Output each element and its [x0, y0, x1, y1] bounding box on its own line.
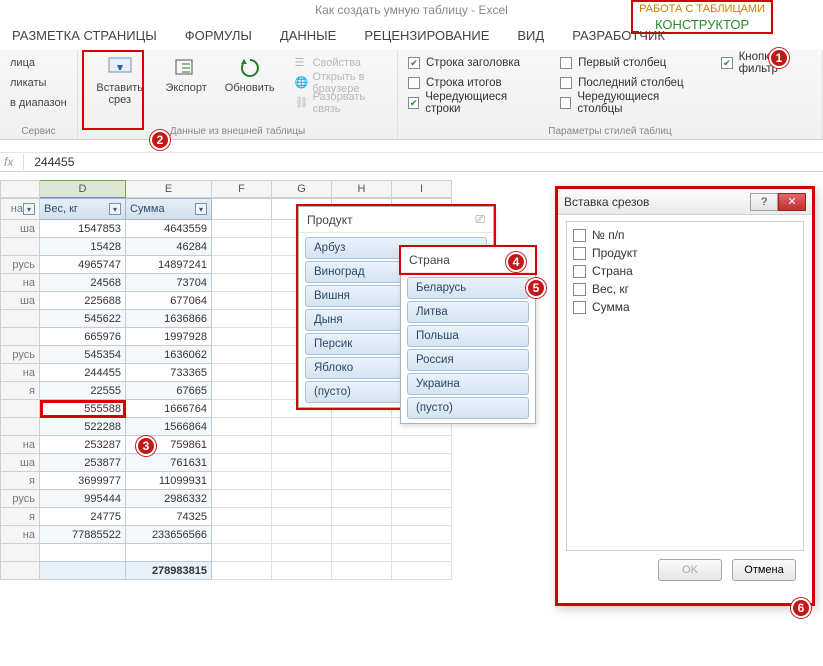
dialog-field-item[interactable]: Сумма — [573, 300, 797, 314]
browser-icon: 🌐 — [295, 76, 309, 90]
properties-button: ☰Свойства — [295, 54, 387, 72]
checkbox-icon[interactable] — [573, 301, 586, 314]
dialog-field-item[interactable]: Вес, кг — [573, 282, 797, 296]
slicer-country-title: Страна — [409, 253, 450, 267]
tab-page-layout[interactable]: РАЗМЕТКА СТРАНИЦЫ — [12, 28, 157, 48]
export-label: Экспорт — [165, 82, 206, 94]
tab-review[interactable]: РЕЦЕНЗИРОВАНИЕ — [364, 28, 489, 48]
marker-6: 6 — [791, 598, 811, 618]
col-F[interactable]: F — [212, 180, 272, 198]
group-tools-label: Сервис — [10, 124, 67, 137]
table-row[interactable]: я369997711099931 — [0, 472, 540, 490]
checkbox-icon[interactable] — [573, 265, 586, 278]
col-D[interactable]: D — [40, 180, 126, 198]
dialog-cancel-button[interactable]: Отмена — [732, 559, 796, 581]
filter-dropdown-icon[interactable]: ▾ — [195, 203, 207, 215]
chk-first-col[interactable]: Первый столбец — [560, 54, 697, 72]
tools-item-2[interactable]: ликаты — [10, 74, 46, 92]
marker-1: 1 — [769, 48, 789, 68]
marker-3: 3 — [136, 436, 156, 456]
table-row[interactable]: русь9954442986332 — [0, 490, 540, 508]
export-icon — [172, 56, 200, 80]
marker-4: 4 — [506, 252, 526, 272]
ribbon-tabs: РАЗМЕТКА СТРАНИЦЫ ФОРМУЛЫ ДАННЫЕ РЕЦЕНЗИ… — [0, 28, 823, 48]
tab-view[interactable]: ВИД — [517, 28, 544, 48]
tab-developer[interactable]: РАЗРАБОТЧИК — [572, 28, 665, 48]
unlink-button: ⛓Разорвать связь — [295, 94, 387, 112]
dialog-close-button[interactable]: ✕ — [778, 193, 806, 211]
col-E[interactable]: E — [126, 180, 212, 198]
unlink-icon: ⛓ — [295, 96, 309, 110]
table-row[interactable]: на77885522233656566 — [0, 526, 540, 544]
tools-item-3[interactable]: в диапазон — [10, 94, 67, 112]
col-I[interactable]: I — [392, 180, 452, 198]
checkbox-icon[interactable] — [573, 247, 586, 260]
refresh-label: Обновить — [225, 82, 275, 94]
properties-icon: ☰ — [295, 56, 309, 70]
col-H[interactable]: H — [332, 180, 392, 198]
chk-filter-btn[interactable]: ✔Кнопка фильтр — [721, 54, 812, 72]
clear-filter-icon[interactable]: ⎚ — [475, 212, 485, 227]
refresh-icon — [236, 56, 264, 80]
tools-item-1[interactable]: лица — [10, 54, 35, 72]
filter-dropdown-icon[interactable]: ▾ — [23, 203, 35, 215]
chk-banded-rows[interactable]: ✔Чередующиеся строки — [408, 94, 536, 112]
checkbox-icon[interactable] — [573, 283, 586, 296]
dialog-field-item[interactable]: № п/п — [573, 228, 797, 242]
chk-header-row[interactable]: ✔Строка заголовка — [408, 54, 536, 72]
fx-icon[interactable]: fx — [4, 155, 13, 169]
refresh-button[interactable]: Обновить — [221, 54, 279, 96]
checkbox-icon[interactable] — [573, 229, 586, 242]
slicer-item[interactable]: Россия — [407, 349, 529, 371]
filter-dropdown-icon[interactable]: ▾ — [109, 203, 121, 215]
dialog-field-item[interactable]: Страна — [573, 264, 797, 278]
group-styleopts-label: Параметры стилей таблиц — [408, 124, 812, 137]
table-row[interactable]: ша253877761631 — [0, 454, 540, 472]
highlight-insert-slicer — [82, 50, 144, 130]
tab-formulas[interactable]: ФОРМУЛЫ — [185, 28, 252, 48]
table-row[interactable]: на253287759861 — [0, 436, 540, 454]
total-row[interactable]: 278983815 — [0, 562, 540, 580]
marker-2: 2 — [150, 130, 170, 150]
slicer-item[interactable]: Литва — [407, 301, 529, 323]
tab-data[interactable]: ДАННЫЕ — [280, 28, 336, 48]
marker-5: 5 — [526, 278, 546, 298]
column-headers: D E F G H I — [0, 180, 540, 198]
formula-bar: fx 244455 — [0, 152, 823, 172]
dialog-field-list[interactable]: № п/п Продукт Страна Вес, кг Сумма — [566, 221, 804, 551]
slicer-item[interactable]: (пусто) — [407, 397, 529, 419]
dialog-title: Вставка срезов — [564, 195, 649, 209]
chk-banded-cols[interactable]: Чередующиеся столбцы — [560, 94, 697, 112]
dialog-field-item[interactable]: Продукт — [573, 246, 797, 260]
insert-slicers-dialog[interactable]: Вставка срезов ? ✕ № п/п Продукт Страна Вес… — [555, 186, 815, 606]
dialog-ok-button[interactable]: OK — [658, 559, 722, 581]
slicer-item[interactable]: Польша — [407, 325, 529, 347]
col-G[interactable]: G — [272, 180, 332, 198]
slicer-product-title: Продукт — [307, 213, 353, 227]
export-button[interactable]: Экспорт — [161, 54, 210, 96]
table-row[interactable] — [0, 544, 540, 562]
formula-value[interactable]: 244455 — [34, 155, 74, 169]
chk-last-col[interactable]: Последний столбец — [560, 74, 697, 92]
slicer-country[interactable]: Страна БеларусьЛитваПольшаРоссияУкраина(… — [400, 246, 536, 424]
table-row[interactable]: я2477574325 — [0, 508, 540, 526]
dialog-help-button[interactable]: ? — [750, 193, 778, 211]
chk-total-row[interactable]: Строка итогов — [408, 74, 536, 92]
open-browser-button: 🌐Открыть в браузере — [295, 74, 387, 92]
contextual-tab-label: РАБОТА С ТАБЛИЦАМИ — [639, 3, 765, 15]
slicer-item[interactable]: Украина — [407, 373, 529, 395]
slicer-item[interactable]: Беларусь — [407, 277, 529, 299]
